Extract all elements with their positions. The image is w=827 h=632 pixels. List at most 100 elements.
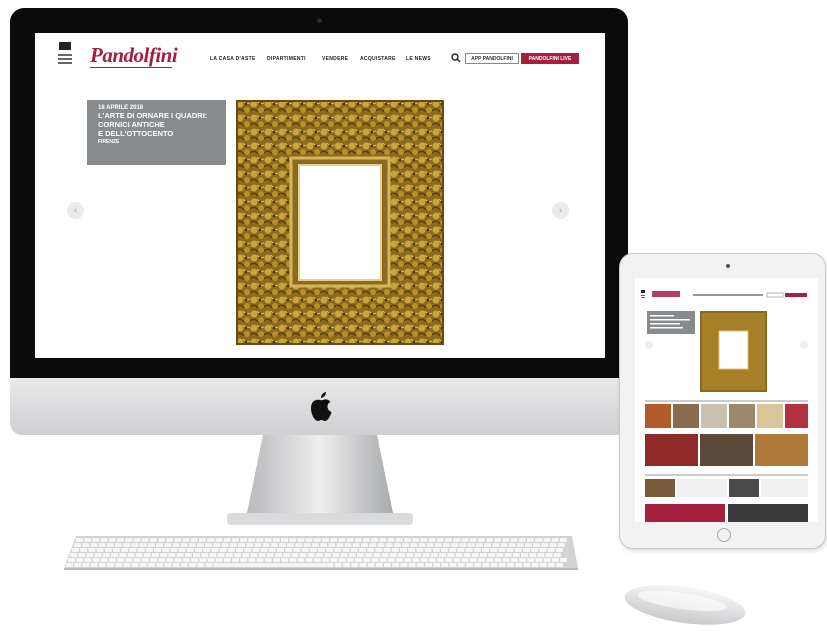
keyboard-key xyxy=(557,543,565,547)
keyboard-key xyxy=(326,548,334,552)
imac-stand xyxy=(227,435,413,525)
keyboard-key xyxy=(227,548,235,552)
hamburger-icon[interactable] xyxy=(58,42,72,66)
keyboard-key xyxy=(100,538,108,542)
keyboard-key xyxy=(143,553,151,557)
carousel-prev-button[interactable]: ‹ xyxy=(67,202,84,219)
keyboard-key xyxy=(322,538,329,542)
keyboard-key xyxy=(303,543,311,547)
keyboard-key xyxy=(412,558,420,562)
keyboard-key xyxy=(244,548,252,552)
keyboard-key xyxy=(408,563,416,567)
keyboard-key xyxy=(363,538,370,542)
keyboard-key xyxy=(420,558,428,562)
keyboard-key xyxy=(322,558,330,562)
keyboard-key xyxy=(314,558,321,562)
keyboard-key xyxy=(117,558,125,562)
keyboard-key xyxy=(330,558,338,562)
site-logo[interactable]: Pandolfini xyxy=(90,43,178,68)
keyboard-key xyxy=(387,538,395,542)
keyboard-key xyxy=(164,543,172,547)
search-icon[interactable] xyxy=(451,53,461,63)
keyboard-key xyxy=(391,548,399,552)
keyboard-key xyxy=(240,538,247,542)
keyboard-key xyxy=(215,558,223,562)
keyboard-key xyxy=(361,543,368,547)
keyboard-key xyxy=(108,538,116,542)
keyboard-key xyxy=(180,563,188,567)
keyboard-key xyxy=(506,548,514,552)
nav-casa-daste[interactable]: LA CASA D'ASTE xyxy=(210,56,256,62)
keyboard-key xyxy=(482,548,489,552)
keyboard-key xyxy=(377,543,385,547)
keyboard-key xyxy=(459,543,467,547)
keyboard-key xyxy=(539,548,547,552)
keyboard-key xyxy=(408,548,416,552)
keyboard-key xyxy=(217,553,225,557)
keyboard-key xyxy=(357,553,364,557)
ipad-home-button[interactable] xyxy=(717,528,731,542)
keyboard-key xyxy=(343,563,350,567)
keyboard-key xyxy=(154,548,161,552)
keyboard-key xyxy=(311,543,319,547)
app-pandolfini-button[interactable]: APP PANDOLFINI xyxy=(465,53,519,64)
keyboard-key xyxy=(395,538,403,542)
keyboard-key xyxy=(156,563,164,567)
hero-caption[interactable]: 18 APRILE 2018 L'ARTE DI ORNARE I QUADRI… xyxy=(87,100,226,165)
keyboard-key xyxy=(139,563,147,567)
keyboard-key xyxy=(488,553,496,557)
keyboard-key xyxy=(195,548,202,552)
keyboard-key xyxy=(529,553,537,557)
nav-dipartimenti[interactable]: DIPARTIMENTI xyxy=(267,56,306,62)
keyboard-key xyxy=(272,538,280,542)
keyboard-key xyxy=(508,543,516,547)
keyboard-key xyxy=(324,553,332,557)
keyboard-key xyxy=(289,538,297,542)
keyboard-key xyxy=(74,543,81,547)
carousel-next-button[interactable]: › xyxy=(552,202,569,219)
keyboard-key xyxy=(190,538,198,542)
keyboard-key xyxy=(295,543,303,547)
nav-news[interactable]: LE NEWS xyxy=(406,56,431,62)
keyboard-key xyxy=(260,548,268,552)
keyboard-key xyxy=(354,538,362,542)
keyboard-key xyxy=(441,548,448,552)
keyboard-key xyxy=(504,553,512,557)
keyboard-key xyxy=(199,558,207,562)
keyboard-key xyxy=(248,558,256,562)
keyboard-key xyxy=(174,558,182,562)
keyboard-key xyxy=(199,538,206,542)
keyboard-key xyxy=(78,553,86,557)
keyboard-key xyxy=(355,558,362,562)
keyboard-key xyxy=(467,543,475,547)
keyboard-key xyxy=(207,538,215,542)
keyboard-key xyxy=(211,548,219,552)
magic-mouse xyxy=(624,585,746,625)
keyboard-key xyxy=(148,563,155,567)
keyboard-key xyxy=(553,553,561,557)
pandolfini-live-button[interactable]: PANDOLFINI LIVE xyxy=(521,53,579,64)
keyboard-key xyxy=(348,553,356,557)
keyboard-key xyxy=(180,543,188,547)
keyboard-key xyxy=(453,538,461,542)
keyboard-key xyxy=(560,558,567,562)
keyboard-key xyxy=(359,563,367,567)
hero-frame-image[interactable] xyxy=(236,100,444,345)
keyboard-key xyxy=(147,543,155,547)
nav-vendere[interactable]: VENDERE xyxy=(322,56,348,62)
keyboard-key xyxy=(252,548,260,552)
keyboard-key xyxy=(193,553,200,557)
keyboard-key xyxy=(404,538,411,542)
hero-title-line: CORNICI ANTICHE xyxy=(98,120,165,129)
keyboard-key xyxy=(385,543,393,547)
keyboard-key xyxy=(270,543,278,547)
keyboard-key xyxy=(461,558,469,562)
keyboard-key xyxy=(502,538,510,542)
keyboard-key xyxy=(521,553,528,557)
nav-acquistare[interactable]: ACQUISTARE xyxy=(360,56,396,62)
keyboard-key xyxy=(162,548,170,552)
keyboard-key xyxy=(369,543,377,547)
keyboard-key xyxy=(82,543,90,547)
keyboard-key xyxy=(164,563,172,567)
keyboard-key xyxy=(219,548,227,552)
